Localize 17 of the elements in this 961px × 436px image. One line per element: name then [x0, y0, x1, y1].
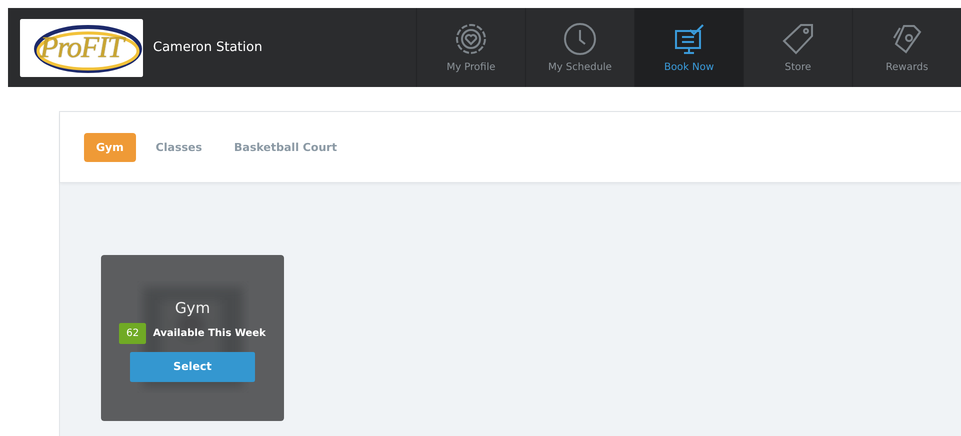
brand-name: ProFIT [40, 30, 123, 64]
monitor-check-icon [672, 22, 706, 56]
availability-label: Available This Week [152, 328, 266, 338]
price-tag-icon [781, 22, 815, 56]
nav-item[interactable]: Book Now [634, 8, 743, 87]
card-title: Gym [174, 298, 210, 316]
tab[interactable]: Basketball Court [222, 132, 349, 162]
brand-logo[interactable]: ProFIT [20, 18, 143, 76]
select-button[interactable]: Select [130, 352, 255, 382]
nav-item[interactable]: Store [743, 8, 852, 87]
count-badge: 62 [119, 322, 146, 344]
tab[interactable]: Classes [144, 132, 214, 162]
clock-icon [563, 22, 597, 56]
tab[interactable]: Gym [84, 132, 136, 162]
location-name: Cameron Station [153, 40, 264, 55]
nav-item[interactable]: Rewards [852, 8, 961, 87]
nav-item[interactable]: My Profile [416, 8, 525, 87]
